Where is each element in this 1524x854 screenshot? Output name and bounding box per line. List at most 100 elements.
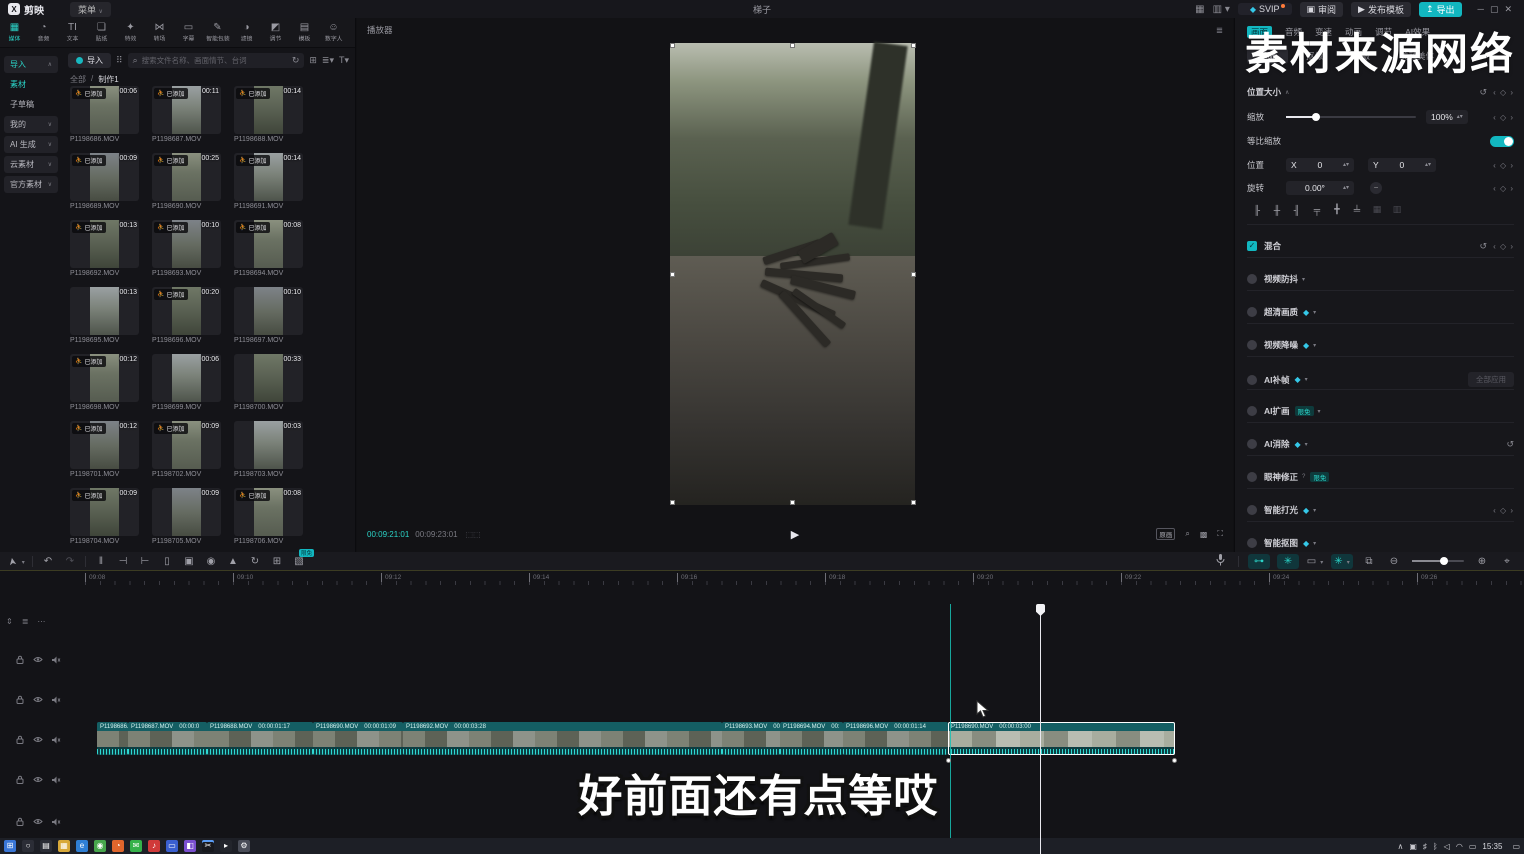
mute-track-icon[interactable]	[52, 776, 61, 784]
rotation-field[interactable]: 0.00°▴▾	[1286, 181, 1354, 195]
lock-track-icon[interactable]	[16, 695, 24, 704]
reverse-icon[interactable]: ◉	[200, 556, 222, 567]
split-icon[interactable]: ‖	[90, 556, 112, 567]
keyframe-icon[interactable]: ‹ ◇ ›	[1493, 161, 1514, 170]
ribbon-tab-滤镜[interactable]: ◑滤镜	[232, 22, 261, 43]
lock-track-icon[interactable]	[16, 817, 24, 826]
layout-arrange-icon[interactable]: ▥ ▾	[1213, 4, 1230, 15]
select-tool-icon[interactable]: ➤▾	[6, 556, 28, 567]
chevron-down-icon[interactable]: ▾	[1313, 540, 1316, 547]
stepper-icon[interactable]: ▴▾	[1457, 115, 1463, 120]
timeline-clip[interactable]: P1198690.MOV00:00:03:00	[948, 722, 1175, 755]
position-y-field[interactable]: Y0▴▾	[1368, 158, 1436, 172]
maximize-button[interactable]: ▢	[1490, 4, 1505, 14]
playhead[interactable]	[1040, 604, 1041, 854]
sidebar-item-云素材[interactable]: 云素材∨	[4, 156, 58, 173]
quality-badge[interactable]: 原画	[1156, 528, 1175, 540]
apply-all-button[interactable]: 全部应用	[1468, 372, 1514, 387]
mail-app-icon[interactable]: ▭	[166, 840, 178, 852]
reset-icon[interactable]: ↺	[1480, 87, 1488, 98]
align-icon-0[interactable]: ╟	[1247, 205, 1267, 215]
selection-handle[interactable]	[911, 500, 916, 505]
timeline-clip[interactable]: P1198694.MOV00:	[780, 722, 843, 755]
media-card[interactable]: ⛹已添加00:08P1198706.MOV	[234, 488, 303, 545]
ribbon-tab-智能包装[interactable]: ✎智能包装	[203, 22, 232, 43]
more-icon[interactable]: ⋯	[37, 617, 45, 626]
timeline-ruler[interactable]: 09:0809:1009:1209:1409:1609:1809:2009:22…	[80, 571, 1524, 585]
ribbon-tab-特效[interactable]: ✦特效	[116, 22, 145, 43]
stepper-icon[interactable]: ▴▾	[1425, 163, 1431, 168]
import-button[interactable]: 导入	[68, 53, 111, 68]
sidebar-item-官方素材[interactable]: 官方素材∨	[4, 176, 58, 193]
chevron-down-icon[interactable]: ▾	[1313, 342, 1316, 349]
media-card[interactable]: ⛹已添加00:06P1198686.MOV	[70, 86, 139, 143]
media-card[interactable]: ⛹已添加00:25P1198690.MOV	[152, 153, 221, 210]
track-menu-icon[interactable]: ≣	[22, 617, 29, 626]
media-card[interactable]: ⛹已添加00:08P1198694.MOV	[234, 220, 303, 277]
media-card[interactable]: 00:09P1198705.MOV	[152, 488, 221, 545]
player-menu-icon[interactable]: ≣	[1216, 25, 1223, 36]
keyframe-icon[interactable]: ‹ ◇ ›	[1493, 88, 1514, 97]
mic-tray-icon[interactable]: ♯	[1423, 842, 1427, 851]
zoom-out-icon[interactable]: ⊖	[1383, 556, 1405, 567]
media-card[interactable]: ⛹已添加00:12P1198701.MOV	[70, 421, 139, 478]
keyframe-icon[interactable]: ‹ ◇ ›	[1493, 506, 1514, 515]
capcut-app-icon[interactable]: ✂	[202, 840, 214, 852]
rotation-knob[interactable]: –	[1370, 182, 1382, 194]
sidebar-item-子草稿[interactable]: 子草稿	[4, 96, 58, 113]
media-card[interactable]: ⛹已添加00:09P1198702.MOV	[152, 421, 221, 478]
delete-icon[interactable]: ▯	[156, 556, 178, 567]
safe-area-icon[interactable]: ⬚⬚	[466, 530, 481, 539]
align-icon-2[interactable]: ╢	[1287, 205, 1307, 215]
timeline-clip[interactable]: P1198690.MOV00:00:01:09	[313, 722, 403, 755]
ribbon-tab-文本[interactable]: TI文本	[58, 22, 87, 43]
align-icon-3[interactable]: ╤	[1307, 205, 1327, 215]
timeline-clip[interactable]: P1198692.MOV00:00:03:28	[403, 722, 722, 755]
svip-button[interactable]: ◆ SVIP	[1238, 3, 1292, 15]
playhead-handle[interactable]	[1036, 604, 1045, 616]
settings-icon[interactable]: ⚙	[238, 840, 250, 852]
snap-toggle-icon[interactable]: ⊶	[1248, 554, 1270, 569]
selection-handle[interactable]	[790, 43, 795, 48]
sidebar-item-素材[interactable]: 素材	[4, 76, 58, 93]
timeline-clip[interactable]: P1198686.M	[97, 722, 128, 755]
ribbon-tab-数字人[interactable]: ☺数字人	[319, 22, 348, 43]
auto-match-icon[interactable]: ✳▾	[1331, 554, 1353, 569]
layout-panel-icon[interactable]: ▦	[1195, 4, 1204, 15]
capcut-tray-icon[interactable]: ▣	[1409, 842, 1417, 851]
close-button[interactable]: ✕	[1504, 4, 1518, 14]
timeline-clip[interactable]: P1198688.MOV00:00:01:17	[207, 722, 313, 755]
视频防抖-checkbox[interactable]	[1247, 274, 1257, 284]
mute-track-icon[interactable]	[52, 656, 61, 664]
media-card[interactable]: ⛹已添加00:14P1198688.MOV	[234, 86, 303, 143]
mirror-icon[interactable]: ▲	[222, 556, 244, 567]
music-app-icon[interactable]: ♪	[148, 840, 160, 852]
chevron-down-icon[interactable]: ▾	[1313, 309, 1316, 316]
media-card[interactable]: 00:33P1198700.MOV	[234, 354, 303, 411]
media-card[interactable]: ⛹已添加00:14P1198691.MOV	[234, 153, 303, 210]
play-button[interactable]: ▶	[791, 528, 799, 541]
task-view-icon[interactable]: ▤	[40, 840, 52, 852]
media-card[interactable]: ⛹已添加00:09P1198704.MOV	[70, 488, 139, 545]
bluetooth-icon[interactable]: ᛒ	[1433, 842, 1438, 851]
volume-icon[interactable]: ◁	[1444, 842, 1450, 851]
clip-trim-handle[interactable]	[946, 758, 951, 763]
media-card[interactable]: 00:06P1198699.MOV	[152, 354, 221, 411]
firefox-browser-icon[interactable]: ◔	[112, 840, 124, 852]
terminal-icon[interactable]: ▸	[220, 840, 232, 852]
search-box[interactable]: ⌕ ↻	[128, 53, 305, 68]
chevron-down-icon[interactable]: ▾	[1305, 376, 1308, 383]
media-card[interactable]: ⛹已添加00:13P1198692.MOV	[70, 220, 139, 277]
hide-track-icon[interactable]	[33, 696, 43, 703]
help-icon[interactable]: ?	[1302, 474, 1305, 480]
search-icon[interactable]: ○	[22, 840, 34, 852]
sidebar-item-AI 生成[interactable]: AI 生成∨	[4, 136, 58, 153]
media-card[interactable]: ⛹已添加00:09P1198689.MOV	[70, 153, 139, 210]
hide-track-icon[interactable]	[33, 818, 43, 825]
edge-browser-icon[interactable]: e	[76, 840, 88, 852]
lock-track-icon[interactable]	[16, 655, 24, 664]
align-icon-4[interactable]: ╋	[1327, 204, 1347, 215]
zoom-in-icon[interactable]: ⊕	[1471, 556, 1493, 567]
wechat-icon[interactable]: ✉	[130, 840, 142, 852]
timeline-clip[interactable]: P1198696.MOV00:00:01:14	[843, 722, 948, 755]
